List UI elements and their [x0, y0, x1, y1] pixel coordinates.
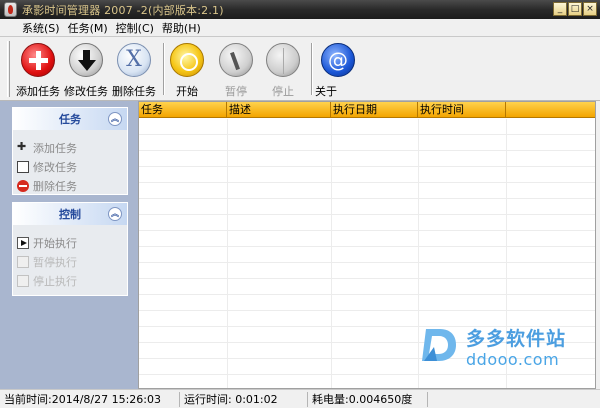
menu-system[interactable]: 系统(S)	[22, 20, 60, 36]
collapse-icon[interactable]: ︽	[108, 112, 122, 126]
menu-help[interactable]: 帮助(H)	[162, 20, 201, 36]
task-group: 任务 ︽ 添加任务 修改任务 删除任务	[12, 107, 128, 195]
add-icon	[21, 43, 55, 77]
column-time[interactable]: 执行时间	[418, 102, 506, 117]
down-arrow-icon	[69, 43, 103, 77]
pause-label: 暂停	[225, 85, 247, 98]
panel-add-task[interactable]: 添加任务	[17, 138, 127, 157]
about-button[interactable]: @ 关于	[313, 43, 363, 99]
maximize-button[interactable]: □	[568, 2, 582, 16]
column-date[interactable]: 执行日期	[331, 102, 418, 117]
control-group-header[interactable]: 控制 ︽	[13, 203, 127, 225]
panel-pause-run[interactable]: 暂停执行	[17, 252, 127, 271]
status-bar: 当前时间:2014/8/27 15:26:03 运行时间: 0:01:02 耗电…	[0, 389, 600, 408]
column-divider	[418, 119, 419, 388]
window-controls: _ □ ×	[553, 2, 597, 16]
column-task[interactable]: 任务	[139, 102, 227, 117]
table-header: 任务 描述 执行日期 执行时间	[139, 102, 595, 118]
x-icon: X	[117, 43, 151, 77]
current-time-status: 当前时间:2014/8/27 15:26:03	[0, 391, 180, 407]
panel-start-run-label: 开始执行	[33, 236, 77, 250]
title-bar: 承影时间管理器 2007 -2(内部版本:2.1) _ □ ×	[0, 0, 600, 19]
about-label: 关于	[315, 85, 337, 98]
panel-edit-task[interactable]: 修改任务	[17, 157, 127, 176]
run-time-status: 运行时间: 0:01:02	[180, 391, 308, 407]
task-panel: 任务 ︽ 添加任务 修改任务 删除任务 控制 ︽ 开始执	[0, 101, 138, 389]
control-group-title: 控制	[59, 208, 81, 221]
task-group-header[interactable]: 任务 ︽	[13, 108, 127, 130]
start-icon	[170, 43, 204, 77]
control-group: 控制 ︽ 开始执行 暂停执行 停止执行	[12, 202, 128, 296]
edit-task-label: 修改任务	[64, 85, 108, 98]
stop-label: 停止	[272, 85, 294, 98]
app-icon[interactable]	[4, 2, 17, 17]
at-icon: @	[321, 43, 355, 77]
pause-icon	[219, 43, 253, 77]
menu-bar: 系统(S) 任务(M) 控制(C) 帮助(H)	[0, 19, 600, 37]
panel-stop-run[interactable]: 停止执行	[17, 271, 127, 290]
edit-task-button[interactable]: 修改任务	[61, 43, 111, 99]
watermark: 多多软件站 ddooo.com	[420, 322, 590, 376]
menu-task[interactable]: 任务(M)	[68, 20, 108, 36]
stop-icon	[266, 43, 300, 77]
play-icon	[17, 236, 29, 249]
power-status: 耗电量:0.004650度	[308, 391, 428, 407]
panel-edit-task-label: 修改任务	[33, 160, 77, 174]
panel-delete-task[interactable]: 删除任务	[17, 176, 127, 195]
panel-start-run[interactable]: 开始执行	[17, 233, 127, 252]
watermark-url: ddooo.com	[466, 350, 560, 369]
start-label: 开始	[176, 85, 198, 98]
add-task-button[interactable]: 添加任务	[13, 43, 63, 99]
column-divider	[227, 119, 228, 388]
delete-task-button[interactable]: X 删除任务	[109, 43, 159, 99]
stop-icon	[17, 274, 29, 287]
window-title: 承影时间管理器 2007 -2(内部版本:2.1)	[22, 3, 224, 17]
toolbar-grip[interactable]	[7, 41, 10, 97]
watermark-title: 多多软件站	[466, 328, 567, 350]
column-description[interactable]: 描述	[227, 102, 331, 117]
close-button[interactable]: ×	[583, 2, 597, 16]
task-group-title: 任务	[59, 113, 81, 126]
panel-add-task-label: 添加任务	[33, 141, 77, 155]
add-task-label: 添加任务	[16, 85, 60, 98]
pause-icon	[17, 255, 29, 268]
column-extra	[506, 102, 595, 117]
start-button[interactable]: 开始	[162, 43, 212, 99]
panel-delete-task-label: 删除任务	[33, 179, 77, 193]
collapse-icon[interactable]: ︽	[108, 207, 122, 221]
delete-task-label: 删除任务	[112, 85, 156, 98]
minimize-button[interactable]: _	[553, 2, 567, 16]
toolbar: 添加任务 修改任务 X 删除任务 开始 暂停 停止 @ 关于	[0, 37, 600, 101]
menu-control[interactable]: 控制(C)	[116, 20, 154, 36]
watermark-logo-icon	[422, 329, 456, 361]
pause-button[interactable]: 暂停	[211, 43, 261, 99]
status-extra	[428, 392, 600, 407]
panel-pause-run-label: 暂停执行	[33, 255, 77, 269]
delete-icon	[17, 179, 29, 192]
panel-stop-run-label: 停止执行	[33, 274, 77, 288]
plus-icon	[17, 140, 29, 154]
stop-button[interactable]: 停止	[258, 43, 308, 99]
edit-icon	[17, 160, 29, 173]
column-divider	[331, 119, 332, 388]
